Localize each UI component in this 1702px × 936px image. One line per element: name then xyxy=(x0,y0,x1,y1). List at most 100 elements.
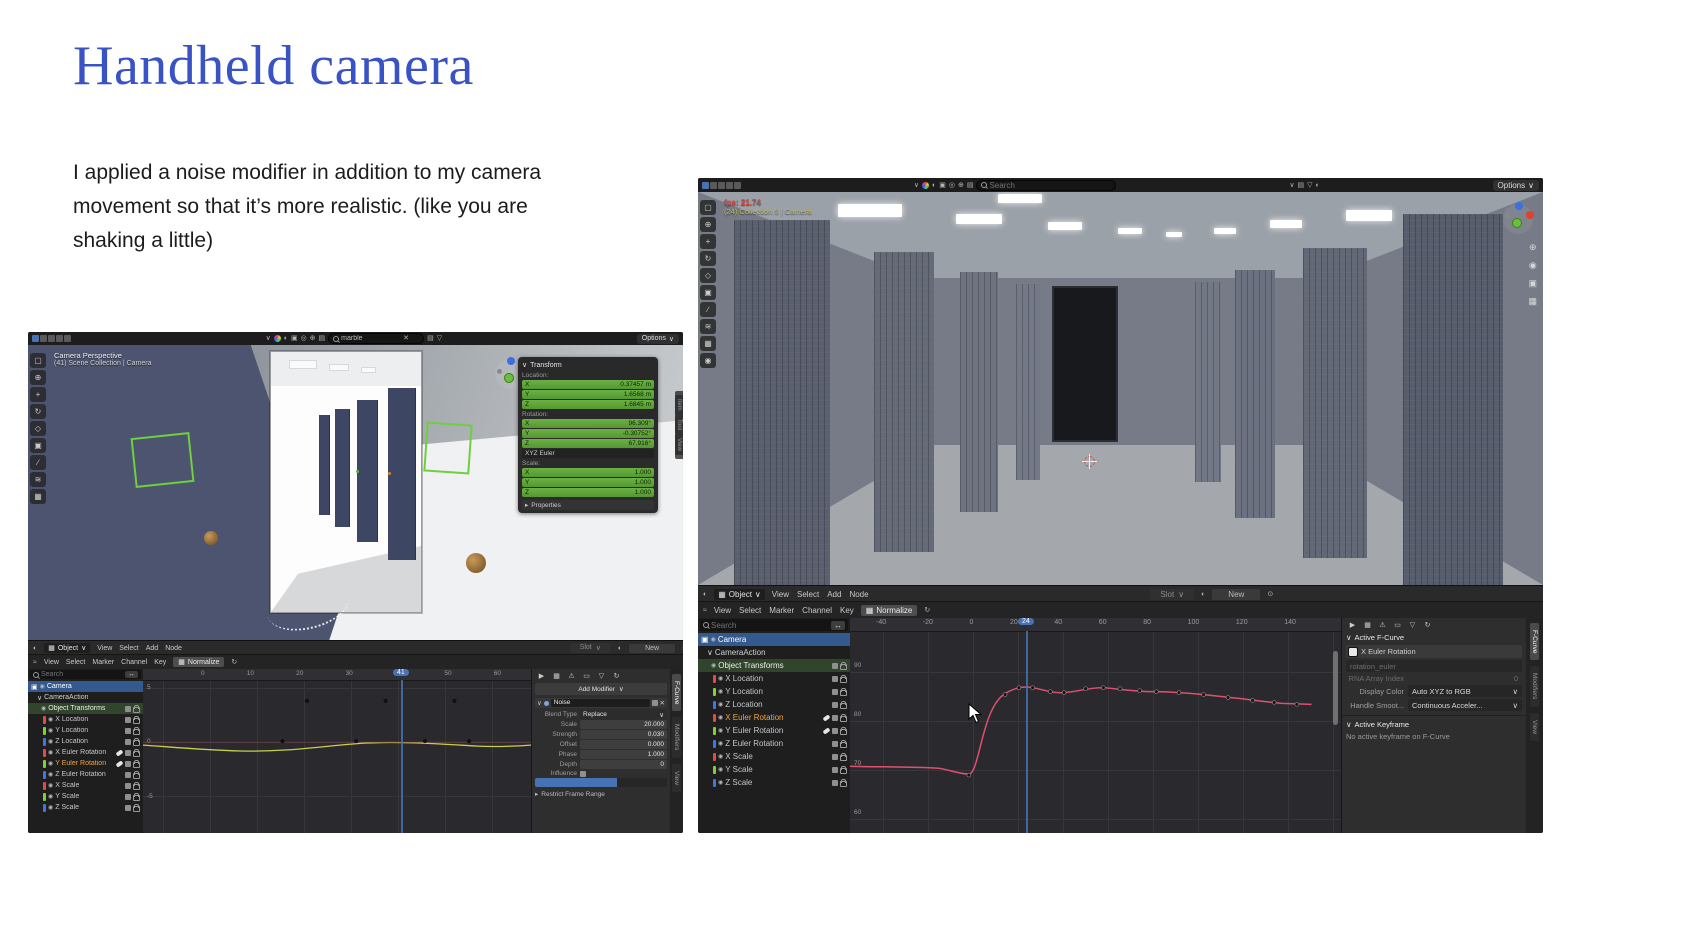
channel-checkbox[interactable] xyxy=(832,767,838,773)
eye-icon[interactable]: ◉ xyxy=(718,779,723,786)
overlay-toggle-icon[interactable]: ◎ xyxy=(301,335,307,342)
menu-item[interactable]: View xyxy=(44,659,59,666)
viewport-tool-icon[interactable]: ↻ xyxy=(700,251,716,266)
lock-icon[interactable] xyxy=(133,751,140,757)
normalize-button[interactable]: ▦ Normalize xyxy=(173,657,224,667)
chevron-down-icon[interactable]: ∨ xyxy=(914,182,919,189)
channel-action-row[interactable]: ∨ CameraAction xyxy=(28,692,143,703)
eye-icon[interactable]: ◉ xyxy=(711,662,716,669)
channel-checkbox[interactable] xyxy=(832,663,838,669)
header-icon[interactable]: ◐ xyxy=(1315,182,1319,189)
lock-icon[interactable] xyxy=(840,755,847,761)
axis-x-dot[interactable] xyxy=(1526,211,1534,219)
pin-icon[interactable]: ⊙ xyxy=(1267,591,1273,598)
graph-header-icon[interactable]: ⚠ xyxy=(1376,619,1389,630)
handle-smoothing-dropdown[interactable]: Continuous Acceler... ∨ xyxy=(1408,699,1522,711)
eye-icon[interactable]: ◉ xyxy=(48,793,53,800)
pin-icon[interactable]: ⊙ xyxy=(682,645,683,652)
lock-icon[interactable] xyxy=(840,768,847,774)
channel-object-row[interactable]: ▣ ◉ Camera xyxy=(28,681,143,692)
active-channel-row[interactable]: X Euler Rotation xyxy=(1346,645,1522,658)
graph-header-icon[interactable]: ↻ xyxy=(1421,619,1434,630)
lock-icon[interactable] xyxy=(133,784,140,790)
field-value[interactable]: 0.030 xyxy=(580,730,667,739)
channel-checkbox[interactable] xyxy=(832,754,838,760)
graph-header-icon[interactable]: ▦ xyxy=(1361,619,1374,630)
eye-icon[interactable]: ◉ xyxy=(718,688,723,695)
lock-icon[interactable] xyxy=(840,742,847,748)
rotation-field[interactable]: Y -0.30752° xyxy=(522,429,654,438)
eye-icon[interactable]: ◉ xyxy=(48,804,53,811)
channel-checkbox[interactable] xyxy=(125,728,131,734)
options-button[interactable]: Options ∨ xyxy=(637,334,679,344)
viewport-tool-icon[interactable]: ▦ xyxy=(30,489,46,504)
menu-item[interactable]: Marker xyxy=(769,606,794,615)
channel-row[interactable]: ◉ Z Euler Rotation xyxy=(28,769,143,780)
viewport-control-icon[interactable]: ⊕ xyxy=(1529,242,1537,253)
modifier-enable-checkbox[interactable] xyxy=(652,700,658,706)
side-tab[interactable]: F-Curve xyxy=(1530,623,1539,660)
blend-type-dropdown[interactable]: Replace ∨ xyxy=(580,710,667,719)
editor-type-icon[interactable]: ◐ xyxy=(703,591,707,598)
lock-icon[interactable] xyxy=(133,806,140,812)
scale-field[interactable]: X 1.000 xyxy=(522,468,654,477)
material-sphere-icon[interactable]: ◐ xyxy=(618,645,622,652)
channel-row[interactable]: ◉ Z Location xyxy=(28,736,143,747)
graph-header-icon[interactable]: ▭ xyxy=(580,670,593,681)
fcurve-canvas[interactable] xyxy=(143,668,531,833)
menu-item[interactable]: Select xyxy=(119,645,138,652)
scale-field[interactable]: Z 1.000 xyxy=(522,488,654,497)
empty-object-wireframe[interactable] xyxy=(131,432,195,488)
eye-icon[interactable]: ◉ xyxy=(718,714,723,721)
refresh-icon[interactable]: ↻ xyxy=(231,659,237,666)
viewport-tool-icon[interactable]: ⊕ xyxy=(30,370,46,385)
search-box[interactable]: ✕ xyxy=(328,333,424,344)
side-tab[interactable]: Modifiers xyxy=(672,717,681,757)
search-input[interactable] xyxy=(989,181,1049,190)
header-icon[interactable]: ▤ xyxy=(427,335,434,342)
overlay-toggle-icon[interactable]: ▣ xyxy=(291,335,298,342)
viewport-tool-icon[interactable]: ◇ xyxy=(30,421,46,436)
header-icon[interactable]: ▤ xyxy=(1297,182,1304,189)
navigation-gizmo[interactable] xyxy=(1503,204,1533,234)
header-icon[interactable]: ▽ xyxy=(1307,182,1312,189)
overlay-toggle-icon[interactable]: ⊕ xyxy=(958,182,964,189)
channel-search[interactable]: ↔ xyxy=(30,670,141,679)
channel-checkbox[interactable] xyxy=(125,805,131,811)
channel-object-row[interactable]: ▣ ◉ Camera xyxy=(698,633,850,646)
channel-checkbox[interactable] xyxy=(832,702,838,708)
header-icon[interactable]: ▽ xyxy=(437,335,442,342)
chevron-down-icon[interactable]: ∨ xyxy=(1289,182,1294,189)
material-sphere-icon[interactable]: ◐ xyxy=(1201,591,1205,598)
channel-row[interactable]: ◉ Y Location xyxy=(28,725,143,736)
menu-item[interactable]: Select xyxy=(797,590,819,599)
graph-editor-icon[interactable]: ≈ xyxy=(33,659,37,666)
side-tab[interactable]: Modifiers xyxy=(1530,666,1539,706)
playhead[interactable] xyxy=(401,680,403,833)
channel-group-row[interactable]: ◉ Object Transforms xyxy=(28,703,143,714)
channel-action-row[interactable]: ∨ CameraAction xyxy=(698,646,850,659)
eye-icon[interactable]: ◉ xyxy=(48,727,53,734)
lock-icon[interactable] xyxy=(840,781,847,787)
channel-row[interactable]: ◉ Y Scale xyxy=(28,791,143,802)
current-frame-badge[interactable]: 41 xyxy=(393,669,409,676)
empty-object-wireframe[interactable] xyxy=(423,421,472,474)
eye-icon[interactable]: ◉ xyxy=(718,766,723,773)
eye-icon[interactable]: ◉ xyxy=(40,683,45,690)
location-field[interactable]: X 0.37457 m xyxy=(522,380,654,389)
menu-item[interactable]: Key xyxy=(154,659,166,666)
menu-item[interactable]: Node xyxy=(849,590,868,599)
options-button[interactable]: Options ∨ xyxy=(1493,180,1539,191)
channel-row[interactable]: ◉ X Euler Rotation xyxy=(28,747,143,758)
lock-icon[interactable] xyxy=(133,718,140,724)
channel-row[interactable]: ◉ X Euler Rotation xyxy=(698,711,850,724)
channel-color-swatch[interactable] xyxy=(1349,648,1357,656)
channel-search[interactable]: ↔ xyxy=(700,619,848,631)
viewport-control-icon[interactable]: ▦ xyxy=(1528,296,1537,307)
color-wheel-icon[interactable] xyxy=(274,335,281,342)
channel-checkbox[interactable] xyxy=(125,706,131,712)
rotation-field[interactable]: X 96.309° xyxy=(522,419,654,428)
overlay-toggle-icon[interactable]: ◐ xyxy=(284,335,288,342)
viewport-tool-icon[interactable]: ◉ xyxy=(700,353,716,368)
slot-dropdown[interactable]: Slot ∨ xyxy=(1150,589,1194,600)
